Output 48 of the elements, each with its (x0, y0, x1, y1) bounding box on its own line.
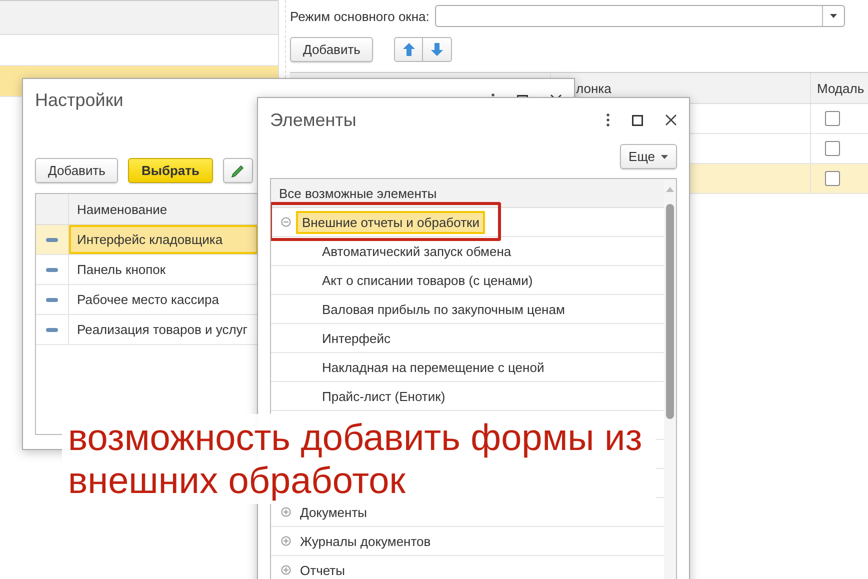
tree-item[interactable]: Документы (296, 502, 372, 522)
more-button[interactable]: Еще (620, 144, 677, 169)
scroll-up-icon[interactable] (666, 187, 674, 192)
item-icon (46, 238, 58, 242)
tree-item[interactable]: Акт о списании товаров (с ценами) (318, 270, 537, 290)
move-up-button[interactable] (394, 37, 424, 62)
field-label: Режим основного окна: (290, 8, 430, 24)
tree-item[interactable]: Прайс-лист (Енотик) (318, 386, 450, 406)
close-icon[interactable] (665, 114, 677, 126)
caption-text: возможность добавить формы из внешних обработок (62, 414, 656, 504)
tree-item[interactable]: Журналы документов (296, 532, 435, 550)
arrow-down-icon (431, 43, 444, 56)
dropdown-icon[interactable] (830, 14, 838, 18)
add-button[interactable]: Добавить (290, 37, 374, 62)
tree-item[interactable]: Внешние отчеты и обработки (296, 210, 486, 234)
pencil-icon (230, 164, 245, 178)
add-button[interactable]: Добавить (35, 158, 118, 183)
list-item[interactable]: Панель кнопок (69, 255, 258, 284)
expand-icon[interactable] (281, 507, 291, 517)
more-icon[interactable] (606, 113, 610, 127)
checkbox[interactable] (825, 141, 840, 156)
move-down-button[interactable] (423, 37, 452, 62)
tree-item[interactable]: Автоматический запуск обмена (318, 242, 516, 260)
item-icon (46, 298, 58, 302)
list-item[interactable]: Рабочее место кассира (69, 285, 258, 314)
collapse-icon[interactable] (281, 217, 291, 227)
edit-button[interactable] (222, 158, 253, 183)
arrow-up-icon (402, 43, 415, 56)
tree-item[interactable]: Интерфейс (318, 328, 394, 348)
window-title: Настройки (35, 90, 124, 110)
list-item[interactable]: Интерфейс кладовщика (69, 225, 258, 254)
checkbox[interactable] (825, 111, 840, 126)
tree-item[interactable]: Накладная на перемещение с ценой (318, 358, 548, 376)
item-icon (46, 268, 58, 272)
checkbox[interactable] (825, 171, 840, 186)
expand-icon[interactable] (281, 565, 291, 575)
column-header[interactable]: Модаль (811, 73, 868, 103)
list-item[interactable]: Реализация товаров и услуг (69, 315, 258, 344)
tree-header: Все возможные элементы (271, 179, 664, 208)
expand-icon[interactable] (281, 536, 291, 546)
tree-item[interactable]: Отчеты (296, 560, 349, 579)
item-icon (46, 328, 58, 332)
tree-item[interactable]: Валовая прибыль по закупочным ценам (318, 300, 569, 318)
window-title: Элементы (270, 110, 358, 130)
maximize-icon[interactable] (632, 114, 643, 126)
select-button[interactable]: Выбрать (128, 158, 213, 183)
scrollbar[interactable] (664, 179, 676, 579)
caret-icon (661, 154, 668, 158)
